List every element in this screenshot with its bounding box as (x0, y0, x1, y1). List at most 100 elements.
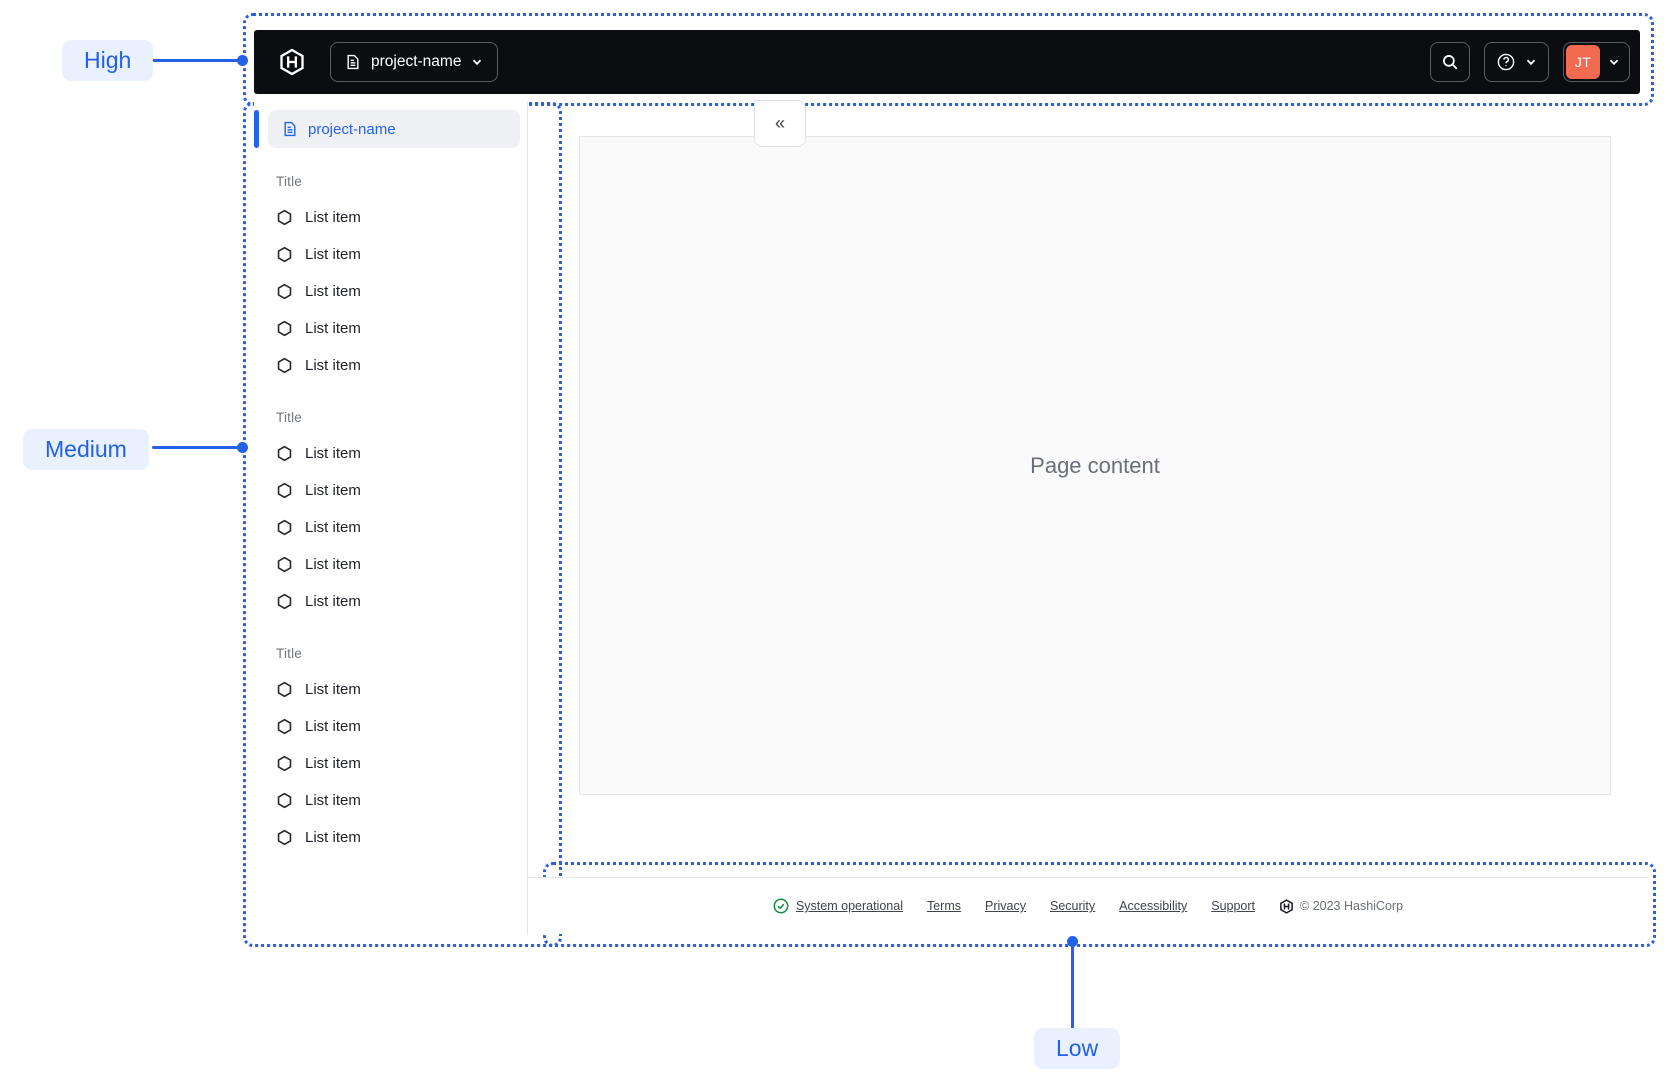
page-content-placeholder: Page content (1030, 452, 1160, 478)
hashicorp-logo-icon (1280, 898, 1293, 914)
annotation-line-low (1071, 946, 1074, 1030)
help-icon (1497, 53, 1515, 71)
hexagon-icon (277, 755, 292, 772)
collapse-icon: « (774, 113, 785, 133)
sidebar-item-label: List item (305, 755, 361, 772)
hexagon-icon (277, 320, 292, 337)
hashicorp-logo-icon (280, 48, 304, 76)
copyright-text: © 2023 HashiCorp (1300, 899, 1404, 913)
footer-link-support[interactable]: Support (1211, 899, 1255, 913)
sidebar-nav: Title List item List item List item List… (254, 148, 520, 856)
sidebar-section: Title List item List item List item List… (254, 174, 520, 384)
sidebar-item-label: List item (305, 829, 361, 846)
hexagon-icon (277, 357, 292, 374)
top-navbar: project-name JT (254, 30, 1640, 94)
sidebar-list-item[interactable]: List item (254, 583, 520, 620)
chevron-down-icon (473, 59, 482, 66)
footer-link-security[interactable]: Security (1050, 899, 1095, 913)
sidebar-project-header[interactable]: project-name (268, 110, 520, 148)
hexagon-icon (277, 209, 292, 226)
hexagon-icon (277, 246, 292, 263)
page: High Medium Low project-name JT project-… (0, 0, 1672, 1078)
hexagon-icon (277, 681, 292, 698)
sidebar-item-label: List item (305, 482, 361, 499)
sidebar-project-label: project-name (308, 120, 396, 138)
sidebar-list-item[interactable]: List item (254, 745, 520, 782)
project-switcher-button[interactable]: project-name (330, 42, 499, 82)
sidebar-collapse-button[interactable]: « (754, 100, 806, 147)
sidebar-item-label: List item (305, 246, 361, 263)
sidebar-item-label: List item (305, 283, 361, 300)
sidebar-item-label: List item (305, 209, 361, 226)
sidebar-list-item[interactable]: List item (254, 509, 520, 546)
system-status-link[interactable]: System operational (773, 898, 903, 914)
sidebar-section-list: List item List item List item List item … (254, 199, 520, 384)
sidebar-item-label: List item (305, 320, 361, 337)
hexagon-icon (277, 792, 292, 809)
copyright: © 2023 HashiCorp (1279, 898, 1404, 914)
sidebar-list-item[interactable]: List item (254, 546, 520, 583)
hexagon-icon (277, 283, 292, 300)
footer: System operational Terms Privacy Securit… (528, 877, 1648, 934)
annotation-line-medium (152, 446, 239, 449)
user-avatar: JT (1566, 45, 1600, 79)
hexagon-icon (277, 593, 292, 610)
sidebar-item-label: List item (305, 357, 361, 374)
annotation-label-high: High (62, 40, 154, 81)
sidebar-list-item[interactable]: List item (254, 435, 520, 472)
sidebar-list-item[interactable]: List item (254, 310, 520, 347)
document-icon (284, 121, 296, 137)
hexagon-icon (277, 556, 292, 573)
active-indicator-bar (254, 110, 259, 148)
sidebar-list-item[interactable]: List item (254, 273, 520, 310)
hexagon-icon (277, 519, 292, 536)
sidebar-item-label: List item (305, 593, 361, 610)
sidebar-list-item[interactable]: List item (254, 199, 520, 236)
search-button[interactable] (1430, 42, 1470, 82)
annotation-dot-high (237, 55, 248, 66)
sidebar-list-item[interactable]: List item (254, 671, 520, 708)
hexagon-icon (277, 482, 292, 499)
sidebar-list-item[interactable]: List item (254, 472, 520, 509)
sidebar-section-list: List item List item List item List item … (254, 435, 520, 620)
chevron-down-icon (1609, 59, 1619, 66)
sidebar-list-item[interactable]: List item (254, 236, 520, 273)
status-ok-icon (773, 898, 789, 914)
sidebar-item-label: List item (305, 718, 361, 735)
sidebar-section: Title List item List item List item List… (254, 646, 520, 856)
help-menu-button[interactable] (1484, 42, 1549, 82)
search-icon (1443, 55, 1458, 70)
sidebar-list-item[interactable]: List item (254, 819, 520, 856)
user-menu-button[interactable]: JT (1563, 42, 1630, 82)
sidebar-item-label: List item (305, 792, 361, 809)
sidebar-section-title: Title (276, 410, 303, 425)
document-icon (347, 54, 359, 70)
annotation-dot-medium (237, 442, 248, 453)
footer-link-accessibility[interactable]: Accessibility (1119, 899, 1187, 913)
sidebar-section-list: List item List item List item List item … (254, 671, 520, 856)
sidebar-list-item[interactable]: List item (254, 708, 520, 745)
annotation-label-low: Low (1034, 1028, 1121, 1069)
sidebar-section-title: Title (276, 174, 303, 189)
system-status-label: System operational (795, 899, 903, 913)
hexagon-icon (277, 829, 292, 846)
sidebar: project-name « Title List item List item… (254, 100, 806, 935)
hexagon-icon (277, 445, 292, 462)
footer-link-terms[interactable]: Terms (927, 899, 961, 913)
footer-link-privacy[interactable]: Privacy (985, 899, 1026, 913)
annotation-label-medium: Medium (23, 429, 149, 470)
sidebar-section-title: Title (276, 646, 303, 661)
navbar-right-cluster: JT (1430, 42, 1630, 82)
sidebar-list-item[interactable]: List item (254, 347, 520, 384)
sidebar-list-item[interactable]: List item (254, 782, 520, 819)
sidebar-item-label: List item (305, 445, 361, 462)
chevron-down-icon (1526, 59, 1536, 66)
page-content-area: Page content (579, 136, 1611, 795)
annotation-dot-low (1067, 936, 1078, 947)
annotation-line-high (152, 59, 239, 62)
hexagon-icon (277, 718, 292, 735)
sidebar-item-label: List item (305, 681, 361, 698)
sidebar-item-label: List item (305, 519, 361, 536)
sidebar-item-label: List item (305, 556, 361, 573)
sidebar-section: Title List item List item List item List… (254, 410, 520, 620)
